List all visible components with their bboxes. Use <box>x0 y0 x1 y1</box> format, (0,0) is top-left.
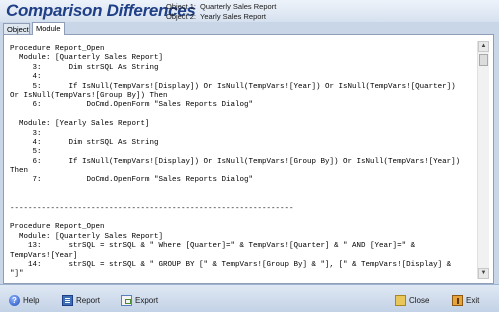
code-line: Module: [Quarterly Sales Report] <box>10 54 164 63</box>
code-line: 6: If IsNull(TempVars![Display]) Or IsNu… <box>10 157 461 166</box>
code-line: 14: strSQL = strSQL & " GROUP BY [" & Te… <box>10 260 452 269</box>
code-line: Module: [Yearly Sales Report] <box>10 120 150 129</box>
code-line: 5: If IsNull(TempVars![Display]) Or IsNu… <box>10 82 456 91</box>
report-icon <box>62 294 73 306</box>
folder-close-icon <box>395 294 406 306</box>
code-line: Procedure Report_Open <box>10 45 105 53</box>
code-diff-text[interactable]: Procedure Report_Open Module: [Quarterly… <box>10 45 476 279</box>
report-button[interactable]: Report <box>62 294 100 306</box>
header-bar: Comparison Differences Object 1: Quarter… <box>0 0 499 22</box>
code-line: 3: Dim strSQL As String <box>10 63 159 72</box>
close-label: Close <box>409 295 430 305</box>
code-line: Or IsNull(TempVars![Group By]) Then <box>10 91 168 100</box>
code-line: TempVars![Year] <box>10 251 78 260</box>
code-line: 5: <box>10 148 42 157</box>
code-line: 6: DoCmd.OpenForm "Sales Reports Dialog" <box>10 101 254 110</box>
tab-object[interactable]: Object <box>3 23 30 34</box>
scroll-up-arrow-icon[interactable]: ▲ <box>478 41 489 52</box>
object-1-label: Object 1: <box>166 2 197 11</box>
code-line: 7: DoCmd.OpenForm "Sales Reports Dialog" <box>10 176 254 185</box>
export-icon <box>121 294 132 306</box>
exit-label: Exit <box>466 295 480 305</box>
scroll-down-arrow-icon[interactable]: ▼ <box>478 268 489 279</box>
code-line: Procedure Report_Open <box>10 223 105 232</box>
object-1-value: Quarterly Sales Report <box>200 2 277 11</box>
code-line: 4: Dim strSQL As String <box>10 138 159 147</box>
close-button[interactable]: Close <box>395 294 429 306</box>
help-label: Help <box>23 295 40 305</box>
code-line: Module: [Quarterly Sales Report] <box>10 232 164 241</box>
help-icon: ? <box>9 294 20 306</box>
tab-module[interactable]: Module <box>32 22 65 35</box>
module-panel: Procedure Report_Open Module: [Quarterly… <box>3 34 494 284</box>
object-info: Object 1: Quarterly Sales Report Object … <box>166 2 276 21</box>
object-2-label: Object 2: <box>166 11 197 21</box>
code-line: 4: <box>10 73 42 82</box>
report-label: Report <box>76 295 101 305</box>
code-line: Then <box>10 167 29 176</box>
export-button[interactable]: Export <box>121 294 158 306</box>
object-2-value: Yearly Sales Report <box>200 11 267 21</box>
vertical-scrollbar[interactable]: ▲ ▼ <box>477 41 489 279</box>
code-line: ----------------------------------------… <box>10 204 294 213</box>
exit-door-icon <box>452 294 463 306</box>
code-line: "]" <box>10 270 24 279</box>
object-2-row: Object 2: Yearly Sales Report <box>166 12 276 22</box>
help-button[interactable]: ? Help <box>9 294 39 306</box>
exit-button[interactable]: Exit <box>452 294 479 306</box>
code-line: 13: strSQL = strSQL & " Where [Quarter]=… <box>10 242 416 251</box>
code-line: 3: <box>10 129 42 138</box>
scroll-thumb[interactable] <box>479 54 488 66</box>
export-label: Export <box>135 295 159 305</box>
object-1-row: Object 1: Quarterly Sales Report <box>166 2 276 12</box>
footer-toolbar: ? Help Report Export Close Exit <box>0 284 499 312</box>
